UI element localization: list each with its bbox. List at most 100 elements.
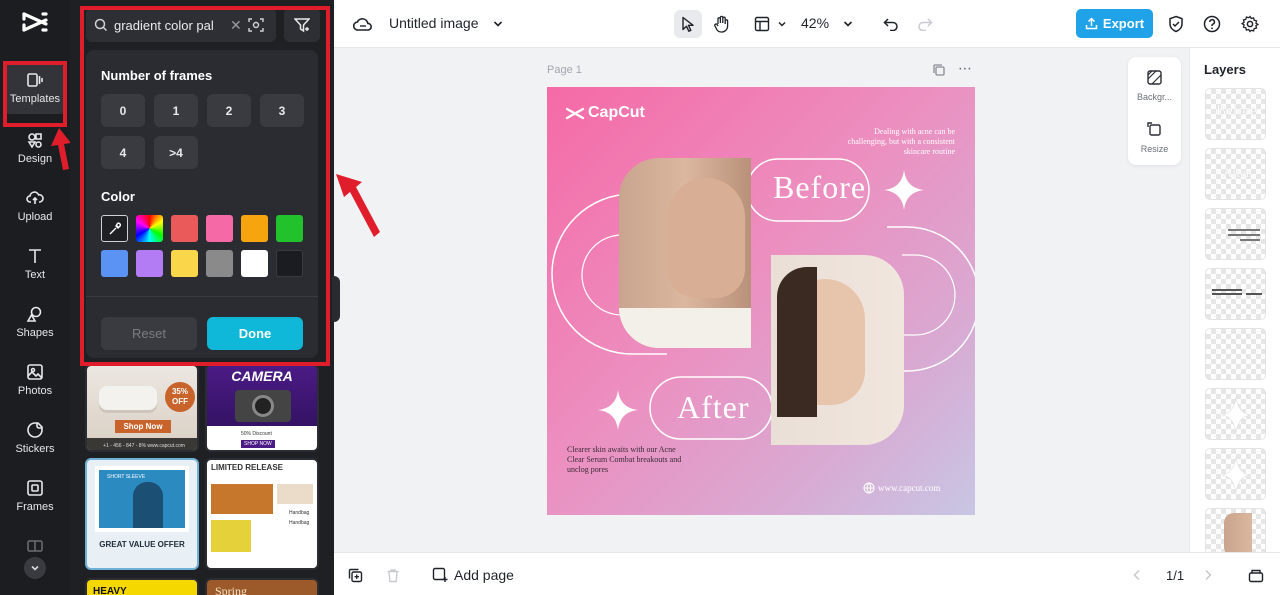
- camera-graphic: [235, 390, 291, 422]
- trash-icon[interactable]: [386, 568, 400, 583]
- layer-after-text[interactable]: After: [1205, 148, 1266, 200]
- rail-expand-button[interactable]: [24, 557, 46, 579]
- globe-icon: [863, 482, 875, 494]
- cloud-icon: [353, 18, 372, 31]
- layer-outro-text[interactable]: [1205, 268, 1266, 320]
- select-tool-button[interactable]: [674, 10, 702, 38]
- shield-check-icon: [1169, 15, 1183, 33]
- more-apps-icon: [27, 540, 43, 552]
- canvas-tools-card: Backgr... Resize: [1128, 57, 1181, 165]
- after-label[interactable]: After: [677, 389, 750, 426]
- zoom-level[interactable]: 42%: [801, 15, 829, 31]
- great-value-title: GREAT VALUE OFFER: [99, 540, 185, 549]
- template-thumb-camera[interactable]: CAMERA 50% Discount SHOP NOW: [205, 364, 319, 452]
- zoom-menu-button[interactable]: [834, 10, 862, 38]
- camera-discount: 50% Discount: [241, 431, 272, 437]
- shield-button[interactable]: [1162, 10, 1190, 38]
- gear-icon: [1241, 15, 1259, 33]
- before-label[interactable]: Before: [773, 169, 866, 206]
- title-menu-button[interactable]: [484, 10, 512, 38]
- before-photo[interactable]: [619, 158, 751, 348]
- heavy-title: HEAVY: [93, 586, 127, 595]
- frames-icon: [27, 480, 43, 496]
- hand-tool-button[interactable]: [708, 10, 736, 38]
- page-label: Page 1: [547, 64, 582, 76]
- resize-tool-label[interactable]: Resize: [1128, 144, 1181, 154]
- rail-stickers[interactable]: Stickers: [4, 412, 66, 464]
- hand-icon: [714, 15, 729, 33]
- handbag-photo-1: [211, 484, 273, 514]
- template-thumb-spring[interactable]: Spring: [205, 578, 319, 595]
- background-tool-label[interactable]: Backgr...: [1128, 92, 1181, 102]
- chevron-down-icon: [493, 21, 503, 27]
- rail-shapes-label: Shapes: [16, 327, 54, 339]
- limited-release-title: LIMITED RELEASE: [211, 463, 284, 472]
- export-button[interactable]: Export: [1076, 9, 1153, 38]
- rail-photos-label: Photos: [17, 385, 53, 397]
- outro-line-1: Clearer skin awaits with our Acne: [567, 445, 676, 454]
- bottom-bar: Add page 1/1: [334, 552, 1280, 595]
- pointer-icon: [682, 16, 694, 32]
- spring-title: Spring: [215, 584, 248, 595]
- layer-sparkle-1[interactable]: [1205, 388, 1266, 440]
- outro-line-2: Clear Serum Combat breakouts and: [567, 455, 682, 464]
- document-title[interactable]: Untitled image: [389, 15, 479, 31]
- layout-menu-button[interactable]: [768, 10, 796, 38]
- help-button[interactable]: [1198, 10, 1226, 38]
- camera-cta: SHOP NOW: [241, 440, 275, 448]
- website-url: www.capcut.com: [878, 483, 941, 493]
- background-icon[interactable]: [1147, 70, 1162, 85]
- settings-button[interactable]: [1236, 10, 1264, 38]
- next-page-icon[interactable]: [1203, 569, 1213, 581]
- rail-text[interactable]: Text: [4, 238, 66, 290]
- after-photo[interactable]: [771, 255, 904, 445]
- outro-text: Clearer skin awaits with our Acne Clear …: [567, 445, 681, 475]
- panel-collapse-handle[interactable]: [332, 276, 340, 322]
- handbag-label-2: Handbag: [289, 510, 310, 516]
- template-thumb-heavy[interactable]: HEAVY: [85, 578, 199, 595]
- templates-highlight-box: [3, 61, 67, 127]
- chevron-down-icon: [31, 565, 39, 571]
- add-page-button[interactable]: Add page: [454, 567, 514, 583]
- layer-before-photo[interactable]: [1205, 508, 1266, 552]
- add-page-icon[interactable]: [432, 567, 448, 583]
- redo-button[interactable]: [911, 10, 939, 38]
- export-label: Export: [1102, 16, 1145, 31]
- layer-before-preview: Before: [1216, 103, 1257, 119]
- stickers-icon: [27, 422, 43, 438]
- text-icon: [29, 249, 41, 263]
- layer-url-text[interactable]: [1205, 328, 1266, 380]
- filter-highlight-box: [80, 6, 330, 366]
- duplicate-page-icon[interactable]: [932, 63, 946, 77]
- rail-frames[interactable]: Frames: [4, 470, 66, 522]
- template-thumb-sofa[interactable]: 35% OFF Shop Now +1 - 456 - 847 - 8% www…: [85, 364, 199, 452]
- layers-title: Layers: [1204, 62, 1246, 77]
- prev-page-icon[interactable]: [1132, 569, 1142, 581]
- shop-now-label: Shop Now: [115, 420, 171, 433]
- resize-icon[interactable]: [1147, 122, 1162, 137]
- undo-button[interactable]: [877, 10, 905, 38]
- layer-intro-text[interactable]: [1205, 208, 1266, 260]
- capcut-logo-icon[interactable]: [21, 10, 49, 34]
- handbag-photo-3: [277, 484, 313, 504]
- cloud-save-button[interactable]: [349, 10, 377, 38]
- layer-before-text[interactable]: Before: [1205, 88, 1266, 140]
- discount-badge: 35% OFF: [165, 382, 195, 412]
- template-thumb-limited-release[interactable]: LIMITED RELEASE Handbag Handbag: [205, 458, 319, 570]
- discount-line2: OFF: [172, 397, 188, 406]
- design-canvas[interactable]: CapCut Dealing with acne can be challeng…: [547, 87, 975, 515]
- upload-cloud-icon: [26, 191, 44, 204]
- rail-upload[interactable]: Upload: [4, 180, 66, 232]
- layer-sparkle-2[interactable]: [1205, 448, 1266, 500]
- duplicate-icon[interactable]: [348, 568, 363, 583]
- handbag-photo-2: [211, 520, 251, 552]
- pages-overview-icon[interactable]: [1248, 567, 1264, 583]
- chevron-down-icon: [778, 21, 786, 27]
- template-thumb-short-sleeve[interactable]: SHORT SLEEVE GREAT VALUE OFFER: [85, 458, 199, 570]
- discount-line1: 35%: [171, 387, 188, 396]
- rail-upload-label: Upload: [17, 211, 53, 223]
- rail-shapes[interactable]: Shapes: [4, 296, 66, 348]
- page-more-icon[interactable]: ⋯: [958, 60, 973, 77]
- design-icon: [27, 133, 42, 149]
- rail-photos[interactable]: Photos: [4, 354, 66, 406]
